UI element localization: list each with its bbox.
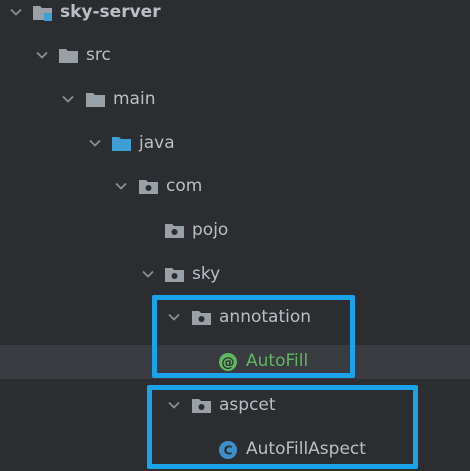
tree-node-autofillaspect[interactable]: C AutoFillAspect bbox=[0, 433, 470, 467]
package-icon bbox=[165, 268, 184, 282]
package-icon bbox=[165, 224, 184, 238]
tree-node-sky-server[interactable]: sky-server bbox=[0, 0, 470, 30]
tree-node-label: AutoFill bbox=[246, 351, 309, 371]
chevron-down-icon[interactable] bbox=[60, 91, 76, 107]
tree-node-main[interactable]: main bbox=[0, 83, 470, 117]
source-root-folder-icon bbox=[112, 137, 131, 151]
chevron-down-icon[interactable] bbox=[166, 397, 182, 413]
class-icon: C bbox=[219, 441, 237, 459]
tree-node-label: java bbox=[139, 133, 175, 153]
chevron-down-icon[interactable] bbox=[140, 266, 156, 282]
chevron-down-icon[interactable] bbox=[87, 135, 103, 151]
tree-node-label: sky bbox=[192, 264, 221, 284]
chevron-down-icon[interactable] bbox=[166, 309, 182, 325]
package-icon bbox=[192, 399, 211, 413]
tree-node-src[interactable]: src bbox=[0, 39, 470, 73]
folder-icon bbox=[59, 49, 78, 63]
tree-node-com[interactable]: com bbox=[0, 170, 470, 204]
chevron-down-icon[interactable] bbox=[34, 47, 50, 63]
svg-text:@: @ bbox=[222, 356, 235, 371]
tree-node-sky[interactable]: sky bbox=[0, 258, 470, 292]
tree-node-label: AutoFillAspect bbox=[246, 439, 366, 459]
tree-node-aspcet[interactable]: aspcet bbox=[0, 389, 470, 423]
svg-text:C: C bbox=[224, 444, 233, 458]
tree-node-label: sky-server bbox=[60, 2, 161, 22]
tree-node-annotation[interactable]: annotation bbox=[0, 301, 470, 335]
tree-node-pojo[interactable]: pojo bbox=[0, 214, 470, 248]
chevron-down-icon[interactable] bbox=[8, 4, 24, 20]
package-icon bbox=[139, 180, 158, 194]
annotation-icon: @ bbox=[219, 353, 237, 371]
tree-node-label: main bbox=[113, 89, 156, 109]
tree-node-autofill[interactable]: @ AutoFill bbox=[0, 345, 470, 379]
tree-node-label: com bbox=[166, 176, 203, 196]
tree-node-label: aspcet bbox=[219, 395, 276, 415]
folder-icon bbox=[86, 93, 105, 107]
module-folder-icon bbox=[33, 6, 52, 21]
tree-node-label: pojo bbox=[192, 220, 229, 240]
project-tree: sky-server src main java com pojo sky an… bbox=[0, 0, 470, 471]
tree-node-java[interactable]: java bbox=[0, 127, 470, 161]
chevron-down-icon[interactable] bbox=[113, 178, 129, 194]
tree-node-label: src bbox=[86, 45, 111, 65]
tree-node-label: annotation bbox=[219, 307, 312, 327]
package-icon bbox=[192, 311, 211, 325]
